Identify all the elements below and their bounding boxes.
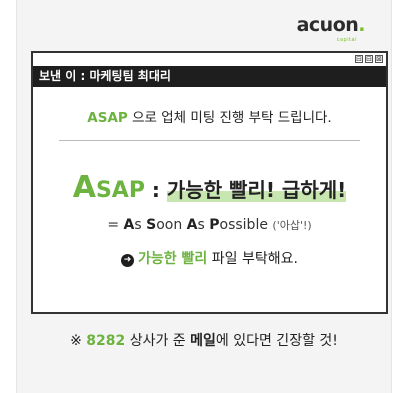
example-line: ➜ 가능한 빨리 파일 부탁해요. [33,248,386,268]
acuon-logo: acuon. [296,14,366,36]
message-window: ⊟ ⊟ ⊠ 보낸 이 : 마케팅팀 최대리 ASAP 으로 업체 미팅 진행 부… [31,51,388,314]
asap-definition: = As Soon As Possible ('아삽'!) [107,217,312,233]
logo-subtitle: capital [336,37,357,43]
request-line: ASAP 으로 업체 미팅 진행 부탁 드립니다. [87,110,332,126]
window-controls: ⊟ ⊟ ⊠ [355,55,383,63]
asap-headline: ASAP : 가능한 빨리! 급하게! [72,170,347,205]
maximize-icon[interactable]: ⊟ [365,55,373,63]
close-icon[interactable]: ⊠ [375,55,383,63]
sender-titlebar: 보낸 이 : 마케팅팀 최대리 [33,66,386,87]
minimize-icon[interactable]: ⊟ [355,55,363,63]
arrow-right-icon: ➜ [121,254,135,267]
footer-note: ※ 8282 상사가 준 메일에 있다면 긴장할 것! [70,333,338,349]
divider [59,140,360,141]
